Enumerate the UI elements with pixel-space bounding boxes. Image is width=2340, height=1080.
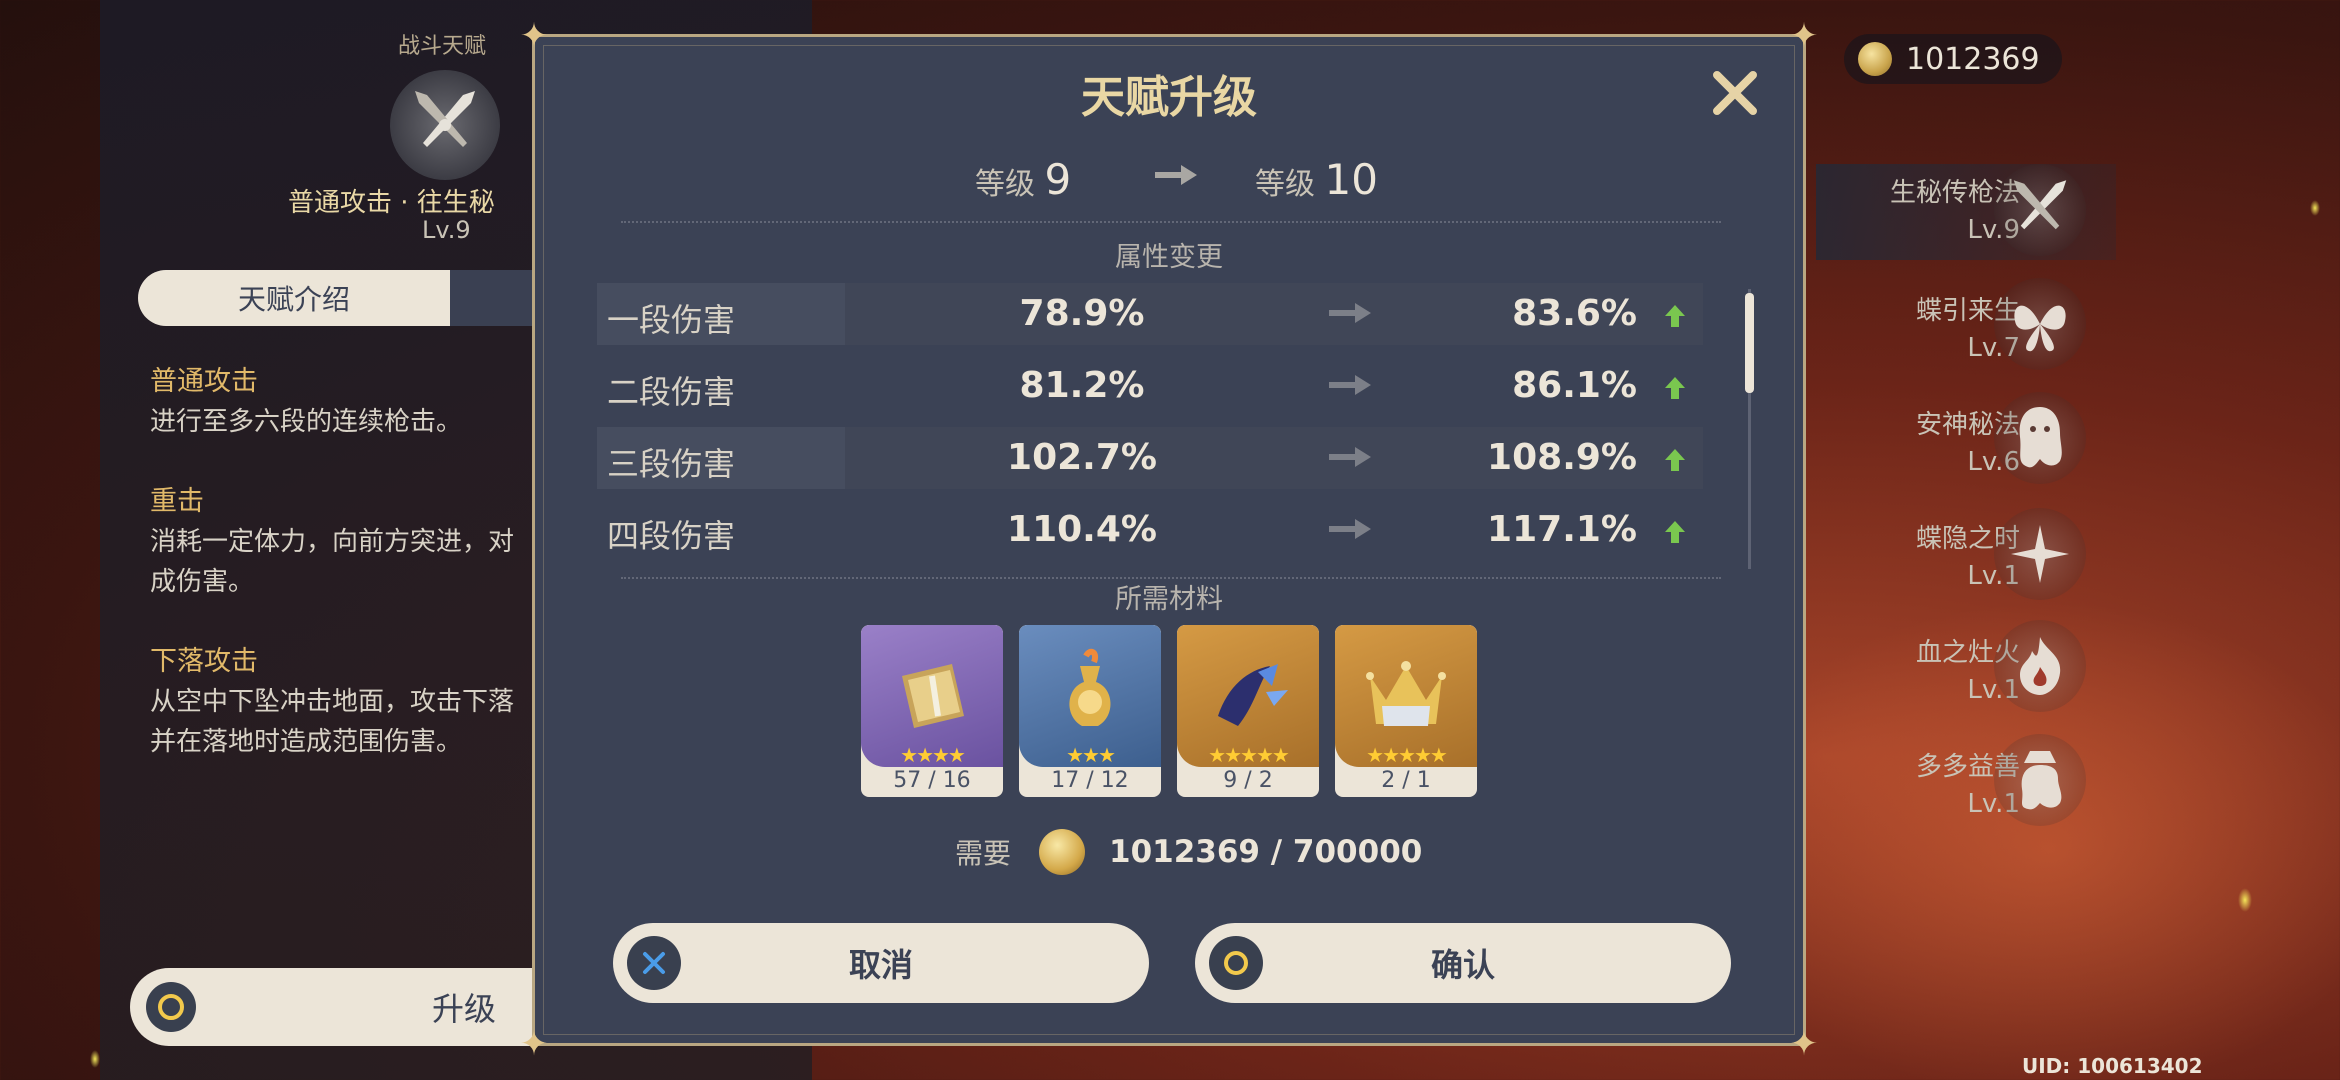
material-count: 2 / 1	[1381, 768, 1431, 793]
divider	[621, 221, 1721, 223]
increase-arrow-icon	[1665, 377, 1685, 399]
arrow-right-icon	[1329, 519, 1371, 539]
talent-level: Lv.9	[422, 216, 471, 244]
attribute-row: 三段伤害 102.7% 108.9%	[597, 427, 1703, 489]
normal-attack-spear-icon	[390, 70, 500, 180]
cancel-label: 取消	[848, 946, 913, 984]
increase-arrow-icon	[1665, 305, 1685, 327]
arrow-right-icon	[1155, 165, 1197, 185]
increase-arrow-icon	[1665, 521, 1685, 543]
attribute-scrollbar[interactable]	[1745, 289, 1755, 589]
flame-icon[interactable]	[1994, 620, 2086, 712]
material-count: 9 / 2	[1223, 768, 1273, 793]
level-value: 9	[1044, 155, 1072, 204]
mora-requirement: 需要 1012369 / 700000	[955, 829, 1422, 875]
shuriken-icon[interactable]	[1994, 508, 2086, 600]
rarity-stars: ★★★	[1066, 743, 1116, 767]
spear-icon[interactable]	[1994, 164, 2086, 256]
attribute-current: 110.4%	[1007, 509, 1157, 550]
current-level: 等级 9	[975, 155, 1071, 204]
material-count: 17 / 12	[1051, 768, 1129, 793]
attribute-row: 二段伤害 81.2% 86.1%	[597, 355, 1703, 417]
attribute-current: 81.2%	[1019, 365, 1145, 406]
butterfly-icon[interactable]	[1994, 278, 2086, 370]
arrow-right-icon	[1329, 375, 1371, 395]
mora-coin-icon	[1039, 829, 1086, 875]
arrow-right-icon	[1329, 447, 1371, 467]
section-title: 战斗天赋	[398, 34, 487, 59]
attribute-current: 102.7%	[1007, 437, 1157, 478]
mora-amount: 1012369	[1906, 41, 2040, 77]
need-value: 1012369 / 700000	[1109, 834, 1423, 870]
mora-coin-icon	[1858, 42, 1892, 76]
cancel-button[interactable]: 取消	[613, 923, 1149, 1003]
attribute-next: 83.6%	[1512, 293, 1637, 334]
attribute-next: 86.1%	[1512, 365, 1637, 406]
attribute-next: 117.1%	[1487, 509, 1637, 550]
corner-ornament-icon: ✦	[1789, 1024, 1819, 1064]
attribute-row: 四段伤害 110.4% 117.1%	[597, 499, 1703, 561]
material-item[interactable]: ★★★★★ 2 / 1	[1335, 625, 1477, 797]
corner-ornament-icon: ✦	[519, 16, 549, 56]
scroll-thumb[interactable]	[1745, 293, 1754, 393]
materials-label: 所需材料	[1115, 584, 1223, 615]
attribute-row: 一段伤害 78.9% 83.6%	[597, 283, 1703, 345]
next-level: 等级 10	[1255, 155, 1378, 204]
attribute-name: 四段伤害	[607, 517, 736, 555]
ghost-hat-icon[interactable]	[1994, 734, 2086, 826]
upgrade-label: 升级	[432, 990, 497, 1028]
confirm-button[interactable]: 确认	[1195, 923, 1731, 1003]
confirm-circle-icon	[146, 982, 196, 1032]
ghost-icon[interactable]	[1994, 392, 2086, 484]
level-label: 等级	[975, 167, 1035, 202]
rarity-stars: ★★★★★	[1208, 743, 1290, 767]
corner-ornament-icon: ✦	[1789, 16, 1819, 56]
ember-particle	[2238, 888, 2252, 912]
increase-arrow-icon	[1665, 449, 1685, 471]
mora-counter: 1012369	[1844, 34, 2062, 84]
material-item[interactable]: ★★★ 17 / 12	[1019, 625, 1161, 797]
attribute-change-label: 属性变更	[1115, 242, 1223, 273]
tab-talent-intro[interactable]: 天赋介绍	[138, 270, 450, 326]
corner-ornament-icon: ✦	[519, 1024, 549, 1064]
close-button[interactable]	[1705, 63, 1765, 123]
material-item[interactable]: ★★★★★ 9 / 2	[1177, 625, 1319, 797]
arrow-right-icon	[1329, 303, 1371, 323]
talent-upgrade-dialog: ✦ ✦ ✦ ✦ 天赋升级 等级 9 等级 10 属性变更 一段伤害 78.9% …	[520, 19, 1819, 1061]
attribute-name: 一段伤害	[607, 301, 736, 339]
attribute-name: 三段伤害	[607, 445, 736, 483]
material-item[interactable]: ★★★★ 57 / 16	[861, 625, 1003, 797]
confirm-label: 确认	[1430, 946, 1495, 984]
rarity-stars: ★★★★	[900, 743, 966, 767]
ember-particle	[2310, 200, 2320, 216]
materials-list: ★★★★ 57 / 16 ★★★ 17 / 12 ★★★★★ 9 / 2 ★★★…	[861, 625, 1477, 797]
level-label: 等级	[1255, 167, 1315, 202]
rarity-stars: ★★★★★	[1366, 743, 1448, 767]
dialog-title: 天赋升级	[1081, 72, 1257, 123]
attribute-current: 78.9%	[1019, 293, 1145, 334]
level-value: 10	[1324, 155, 1378, 204]
attribute-next: 108.9%	[1487, 437, 1637, 478]
attribute-name: 二段伤害	[607, 373, 736, 411]
user-id: UID: 100613402	[2022, 1054, 2203, 1078]
need-label: 需要	[955, 837, 1012, 870]
ember-particle	[90, 1050, 100, 1068]
close-icon	[1713, 71, 1757, 115]
talent-name: 普通攻击 · 往生秘	[288, 188, 495, 218]
material-count: 57 / 16	[893, 768, 971, 793]
